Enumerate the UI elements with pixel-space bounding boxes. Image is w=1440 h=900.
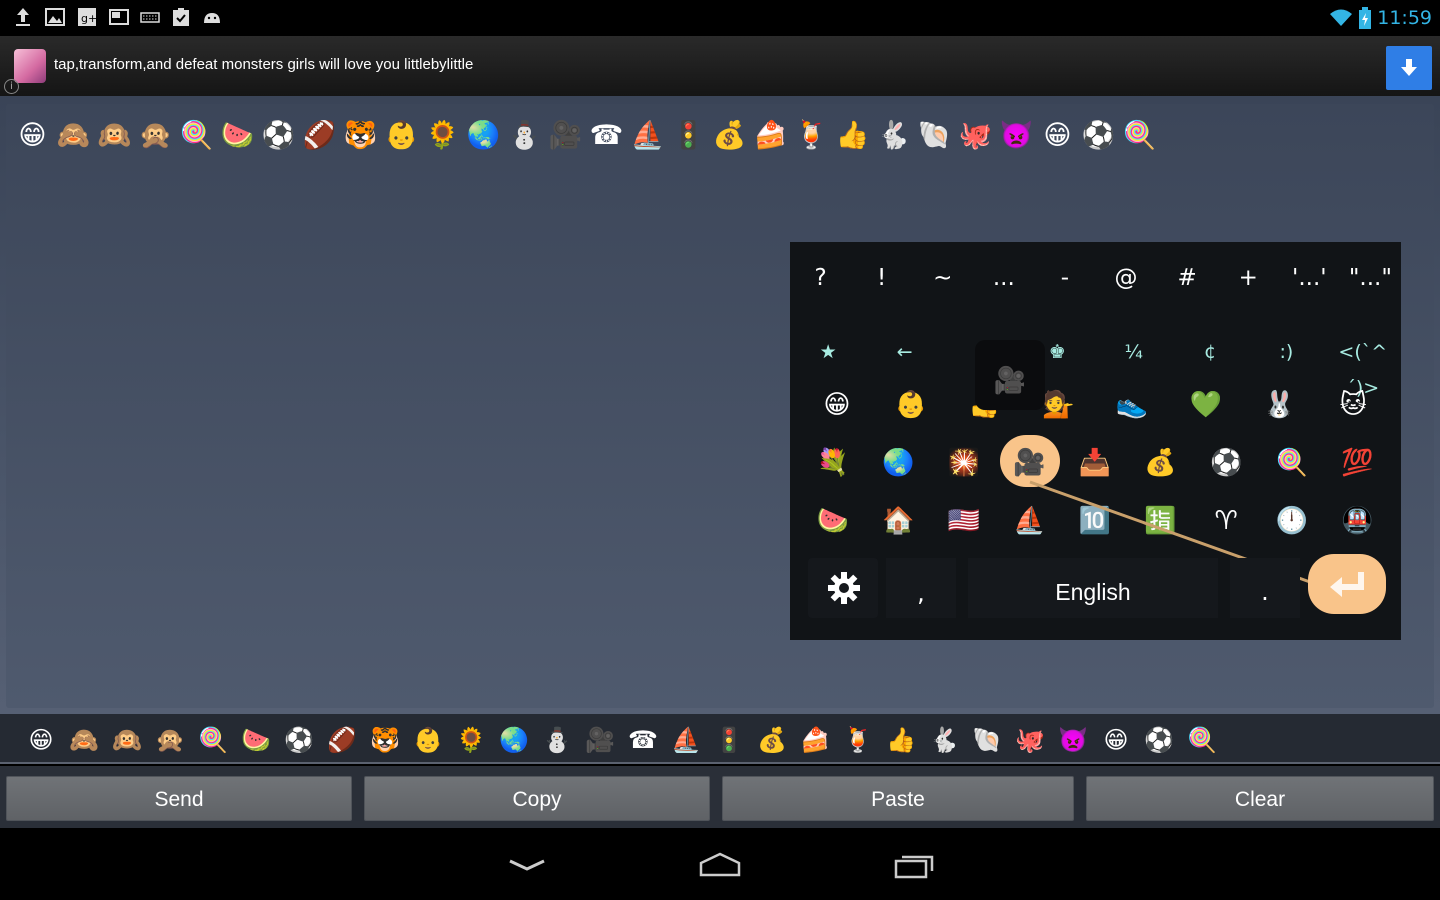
message-emoji: 👶 (384, 120, 419, 151)
message-emoji: ⛵ (630, 120, 665, 151)
message-emoji: 👿 (999, 120, 1034, 151)
keyboard-bottom-row: , English . (790, 554, 1401, 628)
message-emoji: 🏈 (302, 120, 337, 151)
enter-arrow-icon (1330, 572, 1364, 597)
emoji-tab[interactable]: 🍉 (237, 723, 275, 757)
message-emoji: ⛄ (507, 120, 542, 151)
emoji-tab[interactable]: ⛵ (667, 723, 705, 757)
home-icon[interactable] (698, 852, 742, 878)
space-key[interactable]: English (968, 558, 1218, 618)
emoji-tab[interactable]: ☎ (624, 723, 662, 757)
back-icon[interactable] (508, 858, 546, 872)
message-emoji: 🙉 (97, 120, 132, 151)
send-button[interactable]: Send (6, 776, 352, 821)
emoji-keyboard: ?!~...-@#+'...'"..." ★←↖♚¼¢:)<(`^´)> 😁👶👍… (790, 242, 1401, 640)
message-emoji: 🙊 (138, 120, 173, 151)
gear-icon (828, 572, 860, 604)
emoji-tab[interactable]: 🚦 (710, 723, 748, 757)
emoji-tab[interactable]: 🙊 (151, 723, 189, 757)
android-icon (201, 6, 223, 28)
message-emoji: ⚽ (261, 120, 296, 151)
period-key[interactable]: . (1230, 558, 1300, 618)
image-icon (44, 6, 66, 28)
message-emoji: 🌏 (466, 120, 501, 151)
emoji-tab[interactable]: 🐙 (1011, 723, 1049, 757)
emoji-tab[interactable]: 🎥 (581, 723, 619, 757)
message-emoji: 🐇 (876, 120, 911, 151)
message-emoji: 🍰 (753, 120, 788, 151)
emoji-tab[interactable]: 👍 (882, 723, 920, 757)
message-emoji: 🍉 (220, 120, 255, 151)
emoji-tab[interactable]: 👶 (409, 723, 447, 757)
status-bar: g+ 11:59 (0, 0, 1440, 36)
upload-icon (12, 6, 34, 28)
clipboard-check-icon (170, 6, 192, 28)
ad-download-button[interactable] (1386, 46, 1432, 90)
message-emoji: 🐙 (958, 120, 993, 151)
message-emoji: ☎ (589, 120, 624, 151)
emoji-tab[interactable]: 🍭 (1183, 723, 1221, 757)
copy-button[interactable]: Copy (364, 776, 710, 821)
svg-text:g+: g+ (81, 12, 97, 25)
keyboard-settings-button[interactable] (808, 558, 878, 618)
message-emoji: 😁 (1043, 120, 1072, 151)
message-content: 😁 🙈 🙉 🙊 🍭 🍉 ⚽ 🏈 🐯 👶 🌻 🌏 ⛄ 🎥 ☎ ⛵ 🚦 💰 🍰 🍹 👍 🐇 🐚 🐙 👿 😁 ⚽ 🍭 (14, 118, 1158, 154)
emoji-tab[interactable]: 😁 (1097, 723, 1135, 757)
download-arrow-icon (1401, 59, 1417, 76)
message-emoji: 💰 (712, 120, 747, 151)
emoji-tab[interactable]: 🐇 (925, 723, 963, 757)
ad-app-icon[interactable] (14, 49, 46, 83)
keyboard-icon (139, 6, 161, 28)
emoji-tab[interactable]: 🍭 (194, 723, 232, 757)
emoji-tab[interactable]: 👿 (1054, 723, 1092, 757)
message-emoji: 🍭 (179, 120, 214, 151)
emoji-tab[interactable]: 🐚 (968, 723, 1006, 757)
message-emoji: 🎥 (548, 120, 583, 151)
message-emoji: 😁 (18, 120, 47, 151)
wifi-icon (1330, 9, 1353, 26)
emoji-tab[interactable]: 🏈 (323, 723, 361, 757)
message-emoji: ⚽ (1081, 120, 1116, 151)
emoji-tab[interactable]: 🌻 (452, 723, 490, 757)
screen-icon (108, 6, 130, 28)
emoji-tab[interactable]: 💰 (753, 723, 791, 757)
message-emoji: 🌻 (425, 120, 460, 151)
key-preview-popup: 🎥 (975, 340, 1045, 410)
battery-icon (1359, 7, 1372, 29)
google-plus-icon: g+ (76, 6, 98, 28)
message-emoji: 🚦 (671, 120, 706, 151)
status-indicators: 11:59 (1329, 4, 1432, 32)
message-emoji: 🙈 (56, 120, 91, 151)
message-emoji: 🐚 (917, 120, 952, 151)
message-emoji: 🍹 (794, 120, 829, 151)
message-emoji: 🍭 (1122, 120, 1157, 151)
ad-banner[interactable]: tap,transform,and defeat monsters girls … (0, 36, 1440, 96)
emoji-tab[interactable]: 🙈 (65, 723, 103, 757)
emoji-shortcut-row: 😁 🙈 🙉 🙊 🍭 🍉 ⚽ 🏈 🐯 👶 🌻 🌏 ⛄ 🎥 ☎ ⛵ 🚦 💰 🍰 🍹 👍 🐇 🐚 🐙 👿 😁 ⚽ 🍭 (22, 723, 1221, 757)
emoji-category-strip: 😁 🙈 🙉 🙊 🍭 🍉 ⚽ 🏈 🐯 👶 🌻 🌏 ⛄ 🎥 ☎ ⛵ 🚦 💰 🍰 🍹 👍 🐇 🐚 🐙 👿 😁 ⚽ 🍭 (0, 714, 1440, 764)
emoji-tab[interactable]: ⚽ (280, 723, 318, 757)
ad-text[interactable]: tap,transform,and defeat monsters girls … (54, 56, 473, 73)
enter-key[interactable] (1308, 554, 1386, 614)
emoji-tab[interactable]: ⛄ (538, 723, 576, 757)
action-bar: Send Copy Paste Clear (0, 766, 1440, 828)
message-emoji: 🐯 (343, 120, 378, 151)
message-emoji: 👍 (835, 120, 870, 151)
clear-button[interactable]: Clear (1086, 776, 1434, 821)
emoji-tab[interactable]: 🍹 (839, 723, 877, 757)
ad-info-icon[interactable]: i (4, 79, 19, 94)
emoji-tab[interactable]: ⚽ (1140, 723, 1178, 757)
status-time: 11:59 (1377, 7, 1432, 29)
navigation-bar (0, 828, 1440, 900)
emoji-tab[interactable]: 🍰 (796, 723, 834, 757)
paste-button[interactable]: Paste (722, 776, 1074, 821)
emoji-tab[interactable]: 🙉 (108, 723, 146, 757)
emoji-tab[interactable]: 🌏 (495, 723, 533, 757)
recent-apps-icon[interactable] (893, 852, 937, 880)
emoji-tab[interactable]: 🐯 (366, 723, 404, 757)
emoji-tab[interactable]: 😁 (22, 723, 60, 757)
comma-key[interactable]: , (886, 558, 956, 618)
